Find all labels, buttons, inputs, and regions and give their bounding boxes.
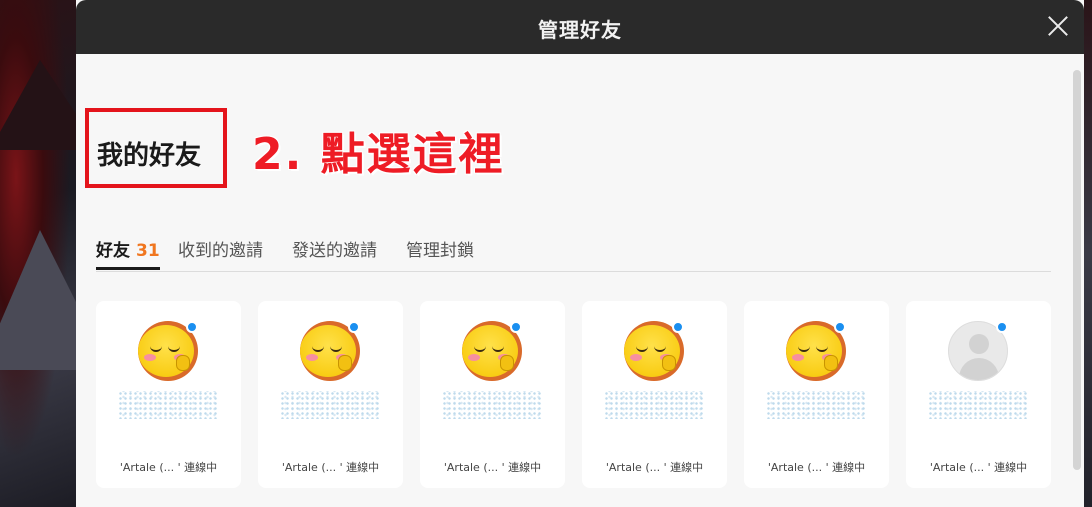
friends-tabs: 好友 31 收到的邀請 發送的邀請 管理封鎖 xyxy=(96,236,1051,272)
friend-card[interactable]: 'Artale (... ' 連線中 xyxy=(582,301,727,488)
friend-status: 'Artale (... ' 連線中 xyxy=(767,461,866,474)
friends-grid: 'Artale (... ' 連線中 'Artale (... ' 連線中 'A… xyxy=(96,301,1056,488)
blurred-friend-name xyxy=(280,391,380,419)
friend-card[interactable]: 'Artale (... ' 連線中 xyxy=(96,301,241,488)
online-status-dot xyxy=(348,321,360,333)
tab-manage-blocked[interactable]: 管理封鎖 xyxy=(406,236,474,270)
friends-count-badge: 31 xyxy=(136,241,160,261)
friend-status: 'Artale (... ' 連線中 xyxy=(281,461,380,474)
background-scenery-left xyxy=(0,0,110,507)
online-status-dot xyxy=(996,321,1008,333)
my-friends-heading[interactable]: 我的好友 xyxy=(97,135,201,172)
friend-card[interactable]: 'Artale (... ' 連線中 xyxy=(744,301,889,488)
dialog-title: 管理好友 xyxy=(538,18,622,42)
instruction-annotation: 2. 點選這裡 xyxy=(252,129,505,180)
blurred-friend-name xyxy=(118,391,218,419)
tab-friends-label: 好友 xyxy=(96,241,130,261)
tab-sent-invites[interactable]: 發送的邀請 xyxy=(292,236,377,270)
online-status-dot xyxy=(672,321,684,333)
blurred-friend-name xyxy=(928,391,1028,419)
friend-status: 'Artale (... ' 連線中 xyxy=(119,461,218,474)
online-status-dot xyxy=(510,321,522,333)
friend-status: 'Artale (... ' 連線中 xyxy=(605,461,704,474)
my-friends-highlight-box[interactable]: 我的好友 xyxy=(85,108,227,188)
friend-card[interactable]: 'Artale (... ' 連線中 xyxy=(420,301,565,488)
friend-status: 'Artale (... ' 連線中 xyxy=(443,461,542,474)
tab-received-invites[interactable]: 收到的邀請 xyxy=(178,236,263,270)
tab-friends[interactable]: 好友 31 xyxy=(96,236,160,270)
dialog-title-bar: 管理好友 xyxy=(76,0,1084,54)
friend-status: 'Artale (... ' 連線中 xyxy=(929,461,1028,474)
blurred-friend-name xyxy=(442,391,542,419)
online-status-dot xyxy=(186,321,198,333)
blurred-friend-name xyxy=(604,391,704,419)
scrollbar[interactable] xyxy=(1073,70,1081,470)
close-icon[interactable] xyxy=(1046,14,1070,38)
friend-card[interactable]: 'Artale (... ' 連線中 xyxy=(906,301,1051,488)
manage-friends-dialog: 管理好友 我的好友 2. 點選這裡 好友 31 收到的邀請 發送的邀請 管理封鎖 … xyxy=(76,0,1084,507)
friend-card[interactable]: 'Artale (... ' 連線中 xyxy=(258,301,403,488)
online-status-dot xyxy=(834,321,846,333)
blurred-friend-name xyxy=(766,391,866,419)
